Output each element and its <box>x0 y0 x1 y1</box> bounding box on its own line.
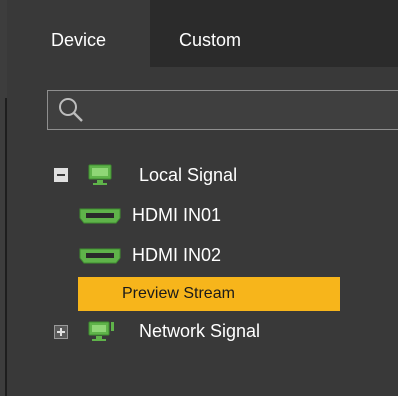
network-monitor-icon <box>88 321 114 341</box>
tree-item-label: Network Signal <box>139 321 261 341</box>
left-divider-line <box>0 98 7 396</box>
tree-item-network-signal[interactable]: Network Signal <box>47 316 367 346</box>
search-icon <box>59 98 83 122</box>
signal-panel-window: Device Custom Local Signal HDMI IN01 HDM… <box>0 0 398 396</box>
tab-device[interactable]: Device <box>7 0 150 67</box>
search-input[interactable] <box>47 90 398 130</box>
tab-custom[interactable]: Custom <box>150 0 270 67</box>
monitor-icon <box>88 164 112 185</box>
tree-item-label: Local Signal <box>139 165 238 185</box>
tab-custom-label: Custom <box>178 30 241 50</box>
tree-item-preview-stream[interactable]: Preview Stream <box>78 277 340 311</box>
tab-device-label: Device <box>50 30 107 50</box>
tree-item-label: HDMI IN02 <box>132 245 222 265</box>
collapse-toggle[interactable] <box>54 168 68 182</box>
expand-toggle[interactable] <box>54 325 68 339</box>
hdmi-port-icon <box>79 248 121 264</box>
left-divider-strip <box>0 0 7 396</box>
tree-item-hdmi-in01[interactable]: HDMI IN01 <box>78 200 338 230</box>
hdmi-port-icon <box>79 208 121 224</box>
tree-item-label: HDMI IN01 <box>132 205 222 225</box>
tree-item-local-signal[interactable]: Local Signal <box>47 160 367 190</box>
tree-item-label: Preview Stream <box>122 285 235 302</box>
tree-item-hdmi-in02[interactable]: HDMI IN02 <box>78 240 338 270</box>
